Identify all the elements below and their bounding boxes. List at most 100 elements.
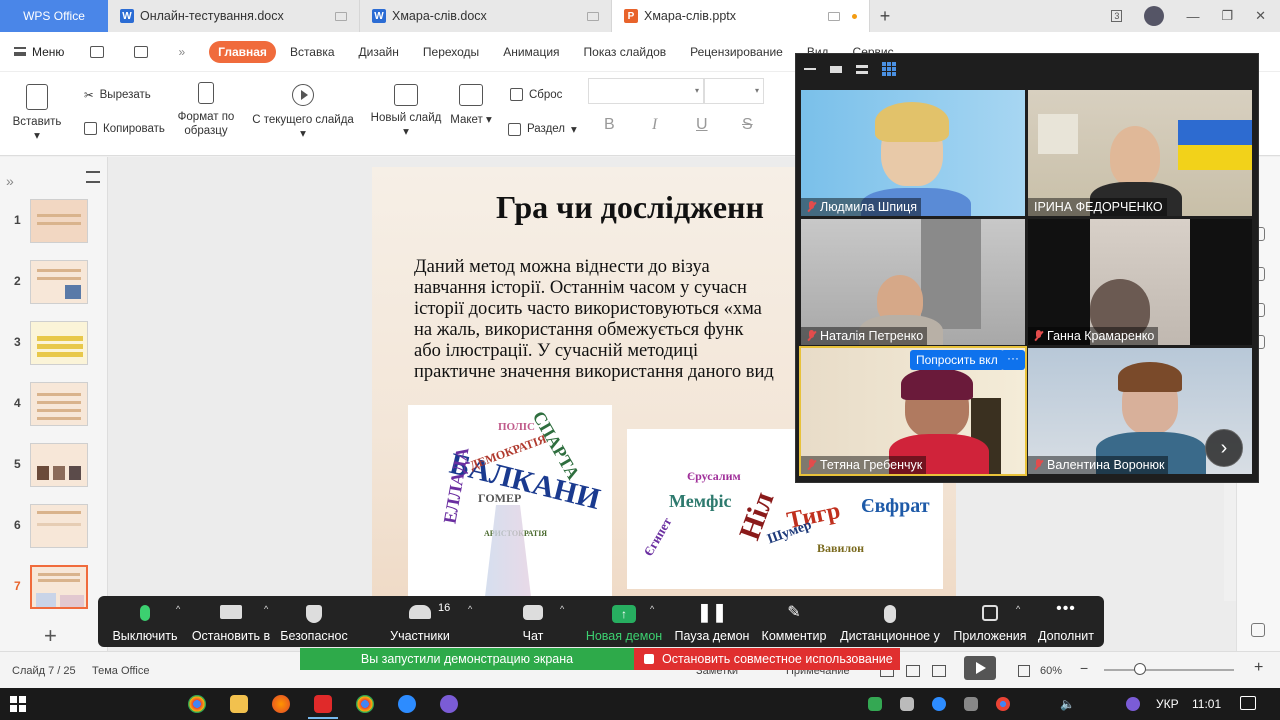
more-button[interactable]: ••• Дополнит: [1036, 596, 1096, 647]
tab-insert[interactable]: Вставка: [290, 45, 335, 59]
italic-button[interactable]: I: [652, 116, 657, 134]
slide-thumbnail[interactable]: 3: [0, 321, 108, 371]
close-icon[interactable]: ✕: [1255, 8, 1266, 24]
cut-button[interactable]: ✂ Вырезать: [84, 88, 151, 102]
zoom-app-icon[interactable]: [398, 695, 416, 713]
tray-app-icon[interactable]: [964, 697, 978, 711]
strikethrough-button[interactable]: S: [742, 116, 753, 134]
tab-review[interactable]: Рецензирование: [690, 45, 783, 59]
grid-icon[interactable]: [1251, 623, 1265, 637]
speaker-view-icon[interactable]: [830, 65, 842, 73]
chrome-icon[interactable]: [356, 695, 374, 713]
font-name-select[interactable]: ▾: [588, 78, 704, 104]
zoom-tray-icon[interactable]: [932, 697, 946, 711]
minimize-icon[interactable]: [804, 68, 816, 70]
mute-button[interactable]: ^ Выключить: [106, 596, 184, 647]
monitor-icon[interactable]: [335, 11, 347, 21]
underline-button[interactable]: U: [696, 116, 708, 134]
tab-design[interactable]: Дизайн: [359, 45, 399, 59]
participant-tile[interactable]: Ганна Крамаренко: [1028, 219, 1252, 345]
viber-tray-icon[interactable]: [1126, 697, 1140, 711]
more-options-button[interactable]: ···: [1001, 350, 1025, 370]
zoom-level[interactable]: 60%: [1040, 665, 1062, 677]
chevron-up-icon[interactable]: ^: [560, 604, 564, 614]
input-language[interactable]: УКР: [1156, 697, 1179, 711]
participant-tile[interactable]: Наталія Петренко: [801, 219, 1025, 345]
format-painter-button[interactable]: Формат по образцу: [176, 82, 236, 138]
monitor-icon[interactable]: [828, 11, 840, 21]
annotate-button[interactable]: ✎ Комментир: [758, 596, 830, 647]
outline-view-icon[interactable]: [86, 171, 100, 183]
participants-button[interactable]: 16 ^ Участники: [380, 596, 472, 647]
stop-share-button[interactable]: Остановить совместное использование: [634, 648, 900, 670]
security-button[interactable]: Безопаснос: [278, 596, 350, 647]
more-chevron-icon[interactable]: »: [178, 45, 185, 59]
stop-video-button[interactable]: ^ Остановить в: [190, 596, 272, 647]
viber-icon[interactable]: [440, 695, 458, 713]
slide-thumbnail[interactable]: 1: [0, 199, 108, 249]
chrome-icon[interactable]: [188, 695, 206, 713]
participant-tile[interactable]: ІРИНА ФЕДОРЧЕНКО: [1028, 90, 1252, 216]
monitor-icon[interactable]: [587, 11, 599, 21]
slide-thumbnail[interactable]: 2: [0, 260, 108, 310]
minimize-icon[interactable]: —: [1186, 9, 1199, 24]
window-count-badge[interactable]: 3: [1111, 10, 1123, 22]
windows-start-icon[interactable]: [10, 696, 26, 712]
participant-tile-active[interactable]: Попросить вкл ··· Тетяна Гребенчук: [799, 346, 1027, 476]
chevron-up-icon[interactable]: ^: [264, 604, 268, 614]
fit-window-icon[interactable]: [1018, 665, 1030, 677]
from-current-slide-button[interactable]: С текущего слайда ▾: [252, 84, 354, 140]
onedrive-icon[interactable]: [900, 697, 914, 711]
wps-office-tab[interactable]: WPS Office: [0, 0, 108, 32]
new-tab-button[interactable]: +: [870, 0, 900, 32]
avatar[interactable]: [1144, 6, 1165, 26]
section-button[interactable]: Раздел ▾: [508, 122, 577, 136]
speaker-icon[interactable]: 🔈: [1060, 697, 1075, 711]
ask-to-unmute-button[interactable]: Попросить вкл: [910, 350, 1004, 370]
slide-thumbnail[interactable]: 6: [0, 504, 108, 554]
zoom-in-button[interactable]: +: [1254, 659, 1263, 677]
collapse-panel-icon[interactable]: »: [6, 173, 14, 189]
reset-button[interactable]: Сброс: [510, 88, 562, 101]
zoom-slider[interactable]: [1104, 669, 1234, 671]
slide-thumbnail-current[interactable]: 7: [0, 565, 108, 615]
paste-button[interactable]: Вставить ▾: [10, 84, 64, 142]
tab-animation[interactable]: Анимация: [503, 45, 559, 59]
restore-icon[interactable]: ❐: [1221, 8, 1233, 24]
tab-khmara-sliv-docx[interactable]: W Хмара-слів.docx: [360, 0, 612, 32]
tab-online-testing-docx[interactable]: W Онлайн-тестування.docx: [108, 0, 360, 32]
start-slideshow-button[interactable]: [964, 656, 996, 680]
apps-button[interactable]: ^ Приложения: [950, 596, 1030, 647]
strip-view-icon[interactable]: [856, 64, 868, 74]
zoom-out-button[interactable]: −: [1080, 660, 1088, 676]
new-slide-button[interactable]: Новый слайд ▾: [370, 84, 442, 138]
firefox-icon[interactable]: [272, 695, 290, 713]
add-slide-button[interactable]: +: [44, 623, 57, 649]
gallery-view-icon[interactable]: [882, 62, 896, 76]
slide-sorter-icon[interactable]: [906, 665, 920, 677]
chevron-up-icon[interactable]: ^: [1016, 604, 1020, 614]
notifications-icon[interactable]: [1240, 696, 1256, 710]
chrome-tray-icon[interactable]: [996, 697, 1010, 711]
chevron-up-icon[interactable]: ^: [176, 604, 180, 614]
slide-thumbnail[interactable]: 4: [0, 382, 108, 432]
bold-button[interactable]: B: [604, 116, 615, 134]
remote-control-button[interactable]: Дистанционное у: [838, 596, 942, 647]
reading-view-icon[interactable]: [932, 665, 946, 677]
tab-slideshow[interactable]: Показ слайдов: [584, 45, 667, 59]
google-drive-icon[interactable]: [868, 697, 882, 711]
menu-button[interactable]: Меню: [14, 45, 64, 59]
chevron-up-icon[interactable]: ^: [468, 604, 472, 614]
slide-thumbnail[interactable]: 5: [0, 443, 108, 493]
chat-button[interactable]: ^ Чат: [498, 596, 568, 647]
pause-share-button[interactable]: ❚❚ Пауза демон: [672, 596, 752, 647]
tab-transitions[interactable]: Переходы: [423, 45, 479, 59]
font-size-select[interactable]: ▾: [704, 78, 764, 104]
file-explorer-icon[interactable]: [230, 695, 248, 713]
tab-khmara-sliv-pptx[interactable]: P Хмара-слів.pptx: [612, 0, 870, 32]
chevron-up-icon[interactable]: ^: [650, 604, 654, 614]
next-page-button[interactable]: ›: [1205, 429, 1243, 467]
open-folder-icon[interactable]: [90, 45, 105, 58]
zoom-slider-knob[interactable]: [1134, 663, 1146, 675]
wps-office-icon[interactable]: [314, 695, 332, 713]
